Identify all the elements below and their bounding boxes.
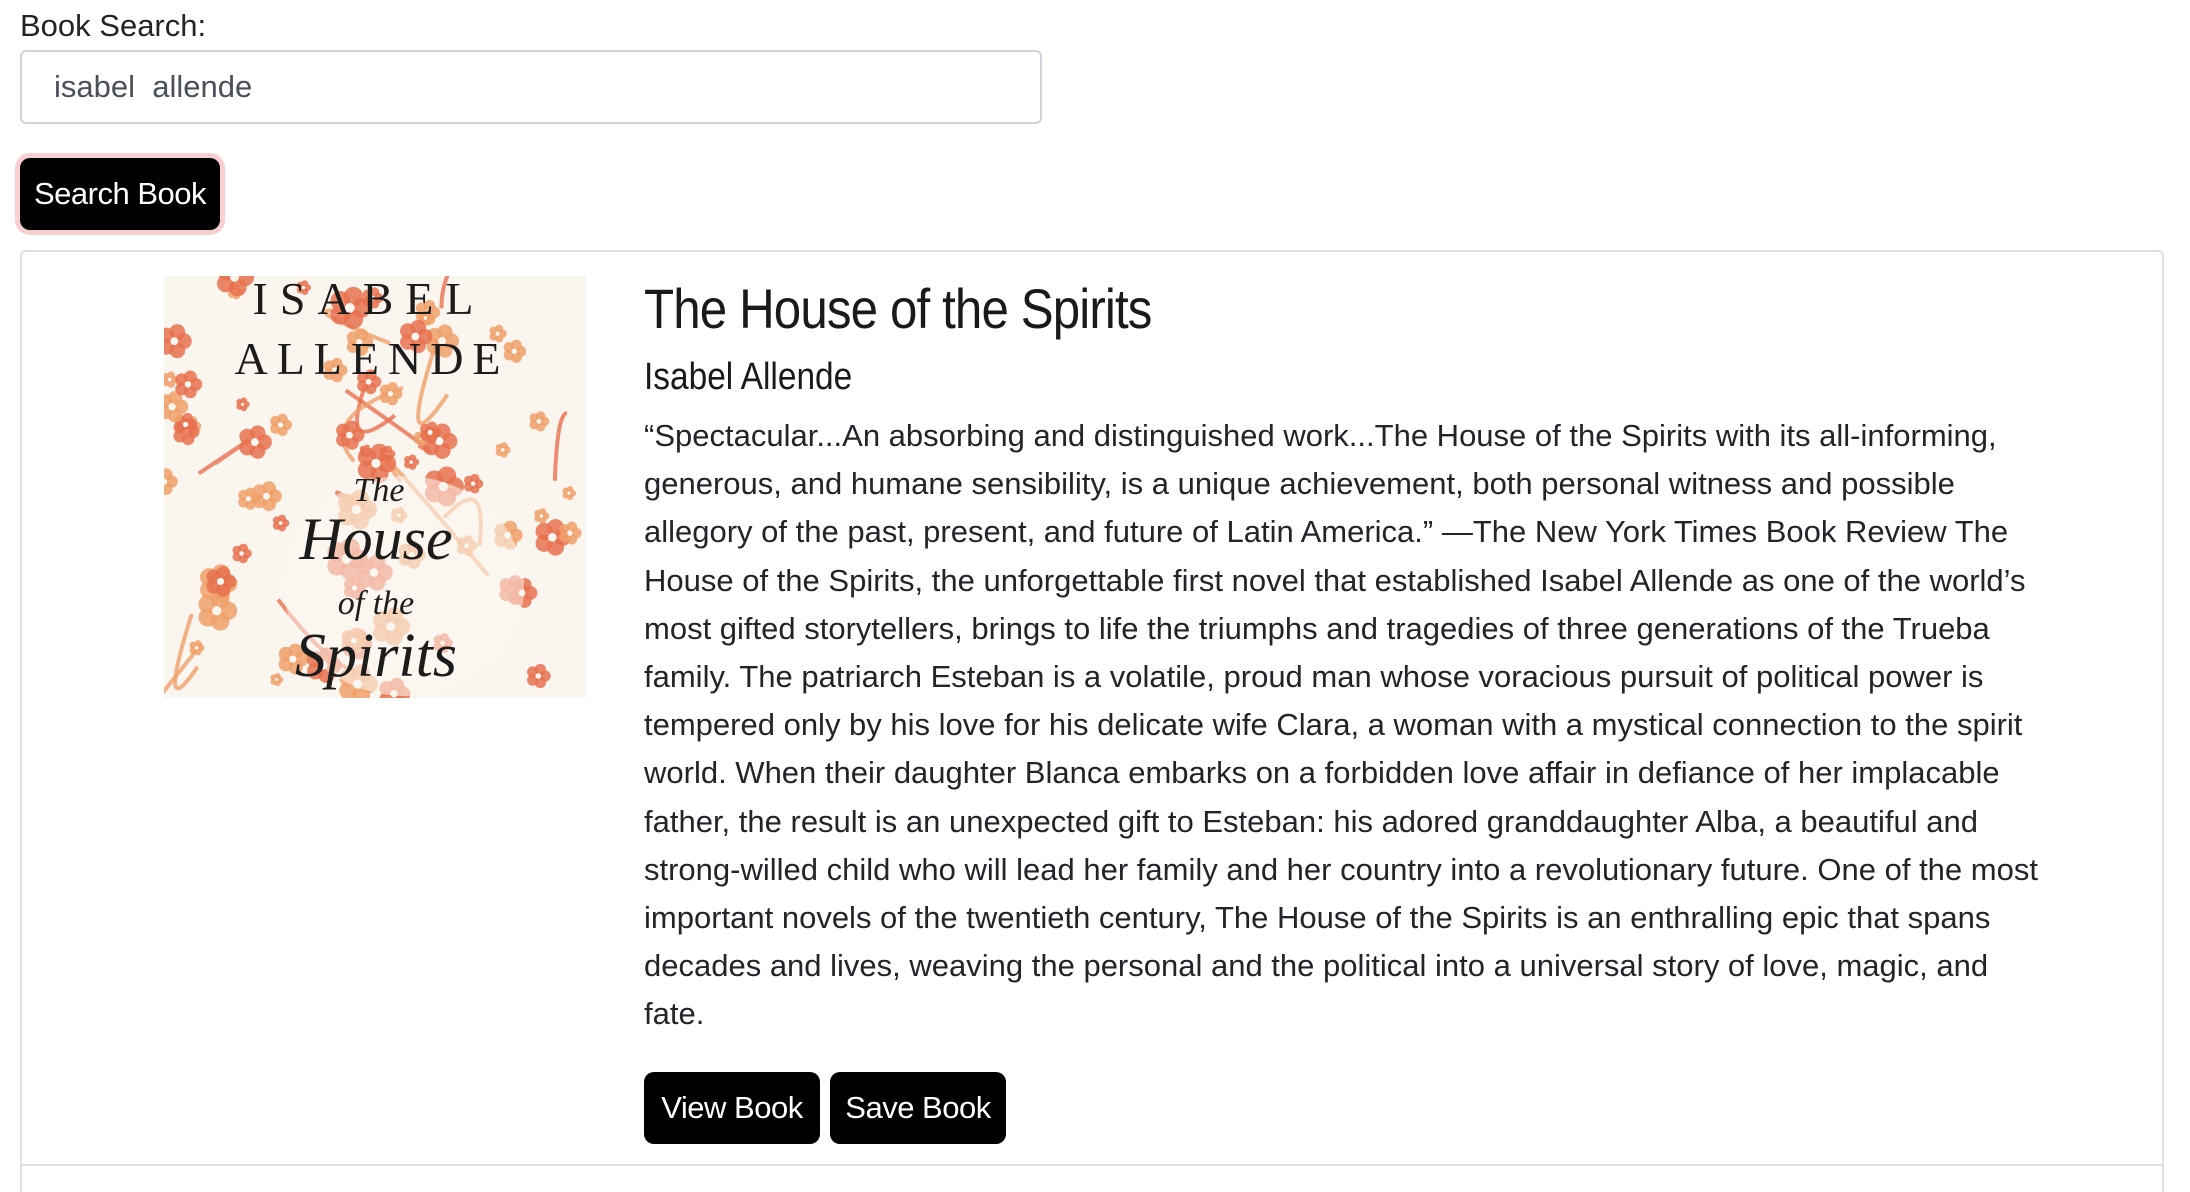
cover-title-line-3: of the — [338, 585, 414, 622]
cover-author-line-1: ISABEL — [253, 276, 486, 324]
save-book-button[interactable]: Save Book — [830, 1072, 1006, 1144]
cover-title-line-4: Spirits — [295, 622, 457, 690]
search-label: Book Search: — [20, 8, 207, 43]
card-divider — [22, 1164, 2162, 1166]
search-book-button[interactable]: Search Book — [20, 158, 220, 230]
book-title: The House of the Spirits — [644, 277, 1152, 340]
cover-title-line-1: The — [354, 472, 405, 509]
book-cover-image: ISABEL ALLENDE The House of the Spirits — [164, 276, 586, 698]
cover-author-line-2: ALLENDE — [234, 333, 509, 384]
search-input[interactable] — [20, 50, 1042, 124]
cover-title-line-2: House — [298, 506, 452, 572]
book-search-page: Book Search: Search Book ISABEL ALLENDE … — [0, 0, 2190, 1192]
book-description: “Spectacular...An absorbing and distingu… — [644, 418, 2038, 1032]
book-author: Isabel Allende — [644, 356, 853, 398]
book-result-card: ISABEL ALLENDE The House of the Spirits … — [20, 250, 2164, 1192]
view-book-button[interactable]: View Book — [644, 1072, 820, 1144]
